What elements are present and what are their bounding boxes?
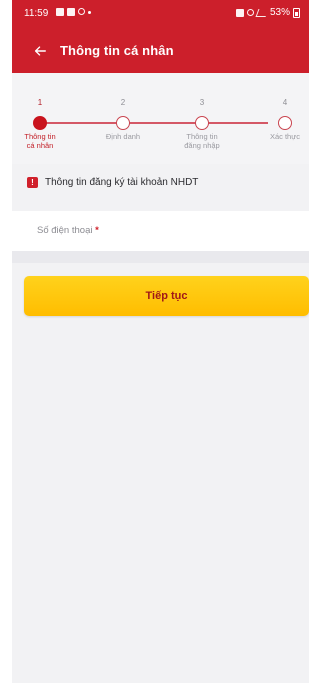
step-identification: 2 Định danh: [91, 97, 155, 141]
step-number: 2: [120, 98, 126, 107]
message-icon: [56, 8, 64, 16]
form-info-icon: !: [27, 177, 38, 188]
step-login-info: 3 Thông tin đăng nhập: [170, 97, 234, 150]
section-title: Thông tin đăng ký tài khoản NHDT: [45, 177, 199, 188]
status-time: 11:59: [24, 8, 49, 19]
step-number: 1: [37, 98, 43, 107]
system-status: 53%: [235, 7, 300, 18]
app-screen: 11:59 53% Thông tin cá nhân 1 Thông tin …: [12, 0, 309, 683]
more-notifications-icon: [88, 11, 91, 14]
continue-label: Tiếp tục: [145, 290, 188, 302]
step-indicator: [195, 116, 209, 130]
section-header: ! Thông tin đăng ký tài khoản NHDT: [27, 177, 198, 188]
continue-button[interactable]: Tiếp tục: [24, 276, 309, 316]
page-title: Thông tin cá nhân: [60, 43, 174, 58]
assistant-icon: [78, 8, 85, 15]
step-label: Thông tin cá nhân: [24, 132, 56, 150]
step-number: 3: [199, 98, 205, 107]
step-label: Định danh: [105, 132, 141, 141]
phone-number-field: Số điện thoại *: [12, 211, 309, 251]
status-bar: 11:59 53%: [12, 0, 309, 26]
battery-icon: [293, 7, 300, 18]
step-label: Thông tin đăng nhập: [184, 132, 220, 150]
step-indicator: [116, 116, 130, 130]
alarm-icon: [235, 8, 244, 17]
battery-percent: 53%: [269, 7, 290, 18]
arrow-left-icon: [34, 46, 46, 56]
registration-stepper: 1 Thông tin cá nhân 2 Định danh 3 Thông …: [12, 73, 309, 164]
step-indicator: [278, 116, 292, 130]
step-personal-info: 1 Thông tin cá nhân: [12, 97, 72, 150]
app-header: 11:59 53% Thông tin cá nhân: [12, 0, 309, 73]
notification-icons: [56, 8, 91, 16]
step-label: Xác thực: [269, 132, 301, 141]
app-notification-icon: [67, 8, 75, 16]
phone-number-input[interactable]: [33, 211, 293, 251]
wifi-signal-icon: [255, 8, 269, 17]
back-button[interactable]: [30, 41, 50, 61]
title-bar: Thông tin cá nhân: [12, 36, 309, 68]
step-indicator-active: [33, 116, 47, 130]
step-verification: 4 Xác thực: [253, 97, 309, 141]
section-divider: [12, 251, 309, 263]
step-number: 4: [282, 98, 288, 107]
mute-icon: [246, 9, 254, 16]
